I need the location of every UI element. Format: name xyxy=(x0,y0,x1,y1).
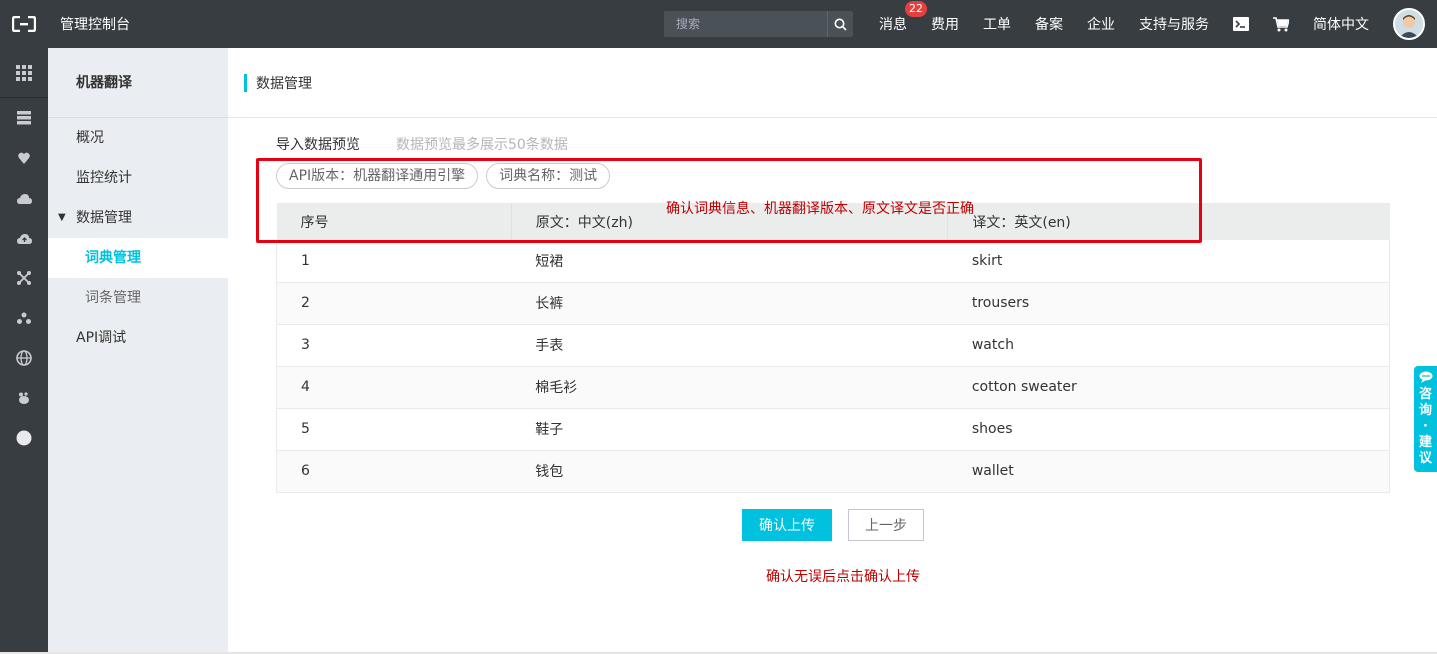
sidebar-item-dict-mgmt[interactable]: 词典管理 xyxy=(48,238,228,278)
cell-index: 2 xyxy=(276,282,512,325)
cloud-icon xyxy=(16,193,32,204)
cell-target: skirt xyxy=(947,240,1390,283)
cloud-upload-icon xyxy=(16,233,32,244)
cart-icon xyxy=(1273,16,1289,31)
product-rail xyxy=(0,48,48,654)
annotation-note-bottom: 确认无误后点击确认上传 xyxy=(766,569,920,585)
cell-target: wallet xyxy=(947,450,1390,493)
table-row: 5 鞋子 shoes xyxy=(276,408,1390,451)
cell-target: watch xyxy=(947,324,1390,367)
rail-brain[interactable] xyxy=(0,138,48,178)
cell-target: shoes xyxy=(947,408,1390,451)
nav-language[interactable]: 简体中文 xyxy=(1313,14,1369,34)
info-tags: API版本：机器翻译通用引擎 词典名称：测试 xyxy=(276,163,618,189)
cell-index: 4 xyxy=(276,366,512,409)
messages-count-badge: 22 xyxy=(905,1,927,17)
preview-table: 序号 原文：中文(zh) 译文：英文(en) 1 短裙 skirt 2 长裤 t… xyxy=(276,203,1390,493)
search-button[interactable] xyxy=(827,11,853,37)
brain-icon xyxy=(18,152,30,164)
terminal-icon xyxy=(1233,17,1249,31)
cell-target: trousers xyxy=(947,282,1390,325)
console-title[interactable]: 管理控制台 xyxy=(60,14,130,34)
cell-index: 1 xyxy=(276,240,512,283)
nav-messages-label: 消息 xyxy=(879,17,907,33)
sidebar-item-overview[interactable]: 概况 xyxy=(48,118,228,158)
cell-source: 长裤 xyxy=(511,282,948,325)
rail-cloud-upload[interactable] xyxy=(0,218,48,258)
api-version-tag: API版本：机器翻译通用引擎 xyxy=(276,163,479,189)
action-buttons: 确认上传 上一步 xyxy=(742,509,924,541)
rail-server[interactable] xyxy=(0,98,48,138)
sidebar-item-api-debug[interactable]: API调试 xyxy=(48,318,228,358)
chat-icon xyxy=(1419,371,1432,383)
nav-tickets[interactable]: 工单 xyxy=(983,14,1011,34)
consult-label: 咨询·建议 xyxy=(1418,387,1432,466)
cell-source: 钱包 xyxy=(511,450,948,493)
page-header: 数据管理 xyxy=(228,48,1437,118)
previous-step-button[interactable]: 上一步 xyxy=(848,509,924,541)
rail-products[interactable] xyxy=(0,48,48,98)
globe-icon xyxy=(16,350,32,366)
consult-suggest-tab[interactable]: 咨询·建议 xyxy=(1414,366,1437,472)
rail-nodes[interactable] xyxy=(0,298,48,338)
title-accent-bar xyxy=(244,73,247,92)
cell-source: 短裙 xyxy=(511,240,948,283)
rail-bee[interactable] xyxy=(0,378,48,418)
rail-network[interactable] xyxy=(0,258,48,298)
nodes-icon xyxy=(17,312,31,324)
search-icon xyxy=(834,18,847,31)
cell-target: cotton sweater xyxy=(947,366,1390,409)
caret-down-icon: ▼ xyxy=(58,212,66,223)
server-icon xyxy=(17,111,31,125)
table-row: 1 短裙 skirt xyxy=(276,240,1390,283)
preview-header: 导入数据预览 数据预览最多展示50条数据 xyxy=(276,134,568,154)
column-header-target: 译文：英文(en) xyxy=(947,203,1390,240)
sidebar-item-monitor[interactable]: 监控统计 xyxy=(48,158,228,198)
dict-name-tag: 词典名称：测试 xyxy=(486,163,611,189)
grid-icon xyxy=(16,64,32,81)
rail-cloud[interactable] xyxy=(0,178,48,218)
table-row: 4 棉毛衫 cotton sweater xyxy=(276,366,1390,409)
sidebar: 机器翻译 概况 监控统计 ▼ 数据管理 词典管理 词条管理 API调试 xyxy=(48,48,228,654)
cell-source: 手表 xyxy=(511,324,948,367)
cart-button[interactable] xyxy=(1261,0,1301,48)
sidebar-title: 机器翻译 xyxy=(48,48,228,118)
network-icon xyxy=(17,271,31,285)
terminal-button[interactable] xyxy=(1221,0,1261,48)
preview-hint: 数据预览最多展示50条数据 xyxy=(396,137,568,153)
sidebar-item-entry-mgmt[interactable]: 词条管理 xyxy=(48,278,228,318)
cell-index: 6 xyxy=(276,450,512,493)
aliyun-logo-icon[interactable] xyxy=(0,0,48,48)
nav-billing[interactable]: 费用 xyxy=(931,14,959,34)
nav-enterprise[interactable]: 企业 xyxy=(1087,14,1115,34)
nav-messages[interactable]: 消息 22 xyxy=(879,1,927,34)
main-content: 数据管理 导入数据预览 数据预览最多展示50条数据 API版本：机器翻译通用引擎… xyxy=(228,48,1437,654)
annotation-note-top: 确认词典信息、机器翻译版本、原文译文是否正确 xyxy=(666,201,974,217)
search-box xyxy=(664,11,853,37)
cell-index: 3 xyxy=(276,324,512,367)
rail-globe[interactable] xyxy=(0,338,48,378)
circle-icon xyxy=(16,430,32,446)
cell-source: 棉毛衫 xyxy=(511,366,948,409)
user-avatar-icon xyxy=(1395,10,1423,38)
search-input[interactable] xyxy=(664,11,827,37)
column-header-index: 序号 xyxy=(276,203,512,240)
page-title: 数据管理 xyxy=(256,75,312,92)
bee-icon xyxy=(19,392,29,404)
rail-circle[interactable] xyxy=(0,418,48,458)
avatar[interactable] xyxy=(1393,8,1425,40)
top-bar: 管理控制台 消息 22 费用 工单 备案 企业 支持与服务 简体中文 xyxy=(0,0,1437,48)
confirm-upload-button[interactable]: 确认上传 xyxy=(742,509,832,541)
table-row: 2 长裤 trousers xyxy=(276,282,1390,325)
nav-icp[interactable]: 备案 xyxy=(1035,14,1063,34)
sidebar-item-data-mgmt-label: 数据管理 xyxy=(76,210,132,226)
cell-index: 5 xyxy=(276,408,512,451)
cell-source: 鞋子 xyxy=(511,408,948,451)
sidebar-menu: 概况 监控统计 ▼ 数据管理 词典管理 词条管理 API调试 xyxy=(48,118,228,358)
table-row: 6 钱包 wallet xyxy=(276,450,1390,493)
sidebar-item-data-mgmt[interactable]: ▼ 数据管理 xyxy=(48,198,228,238)
preview-title: 导入数据预览 xyxy=(276,137,360,153)
nav-support[interactable]: 支持与服务 xyxy=(1139,14,1209,34)
table-row: 3 手表 watch xyxy=(276,324,1390,367)
